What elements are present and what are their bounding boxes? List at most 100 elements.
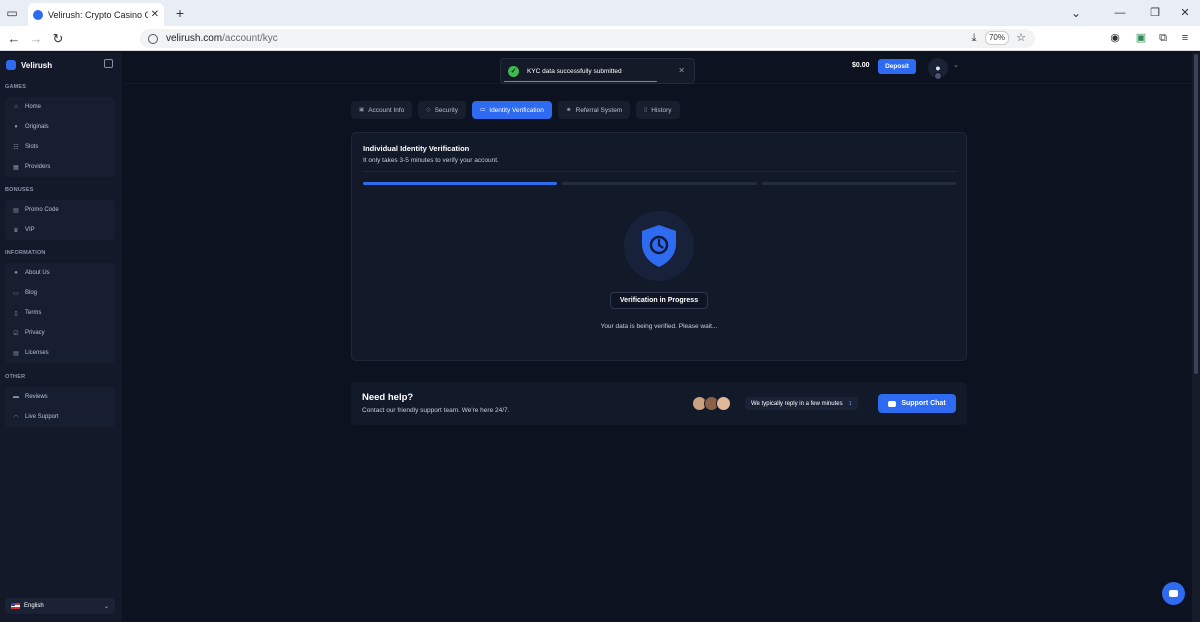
- sidebar: Velirush GAMES ⌂ Home ♦ Originals ☷ Slots ▦…: [0, 52, 123, 622]
- info-icon: ●: [14, 270, 18, 276]
- favicon-icon: [33, 9, 43, 20]
- tab-overview-icon[interactable]: ▭: [4, 0, 20, 26]
- verification-message: Your data is being verified. Please wait…: [600, 323, 718, 330]
- check-circle-icon: ✓: [508, 65, 519, 77]
- kyc-step-segment: [761, 182, 956, 185]
- sidebar-item-label: Originals: [25, 124, 49, 130]
- tab-history[interactable]: ▯ History: [636, 101, 680, 119]
- sidebar-item-label: Promo Code: [25, 207, 59, 213]
- tab-referral-system[interactable]: ☻ Referral System: [557, 101, 631, 119]
- chevron-down-icon: ⌄: [103, 603, 109, 610]
- help-subtitle: Contact our friendly support team. We're…: [362, 407, 510, 414]
- live-chat-button[interactable]: [1162, 582, 1185, 605]
- nav-group-games: ⌂ Home ♦ Originals ☷ Slots ▦ Providers: [5, 97, 115, 177]
- chevron-down-icon[interactable]: ⌄: [953, 61, 959, 69]
- forward-button[interactable]: →: [26, 26, 46, 51]
- sidebar-item-blog[interactable]: ▭ Blog: [5, 283, 115, 303]
- sidebar-item-label: Home: [25, 104, 42, 110]
- brand[interactable]: Velirush: [6, 60, 52, 70]
- sidebar-item-about-us[interactable]: ● About Us: [5, 263, 115, 283]
- tab-security[interactable]: ◇ Security: [418, 101, 467, 119]
- url-domain: velirush.com: [166, 33, 223, 44]
- close-tab-icon[interactable]: ✕: [151, 9, 159, 20]
- zoom-indicator[interactable]: 70%: [985, 31, 1009, 45]
- newspaper-icon: ▭: [13, 290, 19, 297]
- sidebar-item-reviews[interactable]: ▬ Reviews: [5, 387, 115, 407]
- tab-label: Identity Verification: [489, 106, 544, 114]
- tab-label: History: [651, 106, 672, 114]
- deposit-button[interactable]: Deposit: [878, 59, 916, 74]
- section-title-bonuses: BONUSES: [5, 187, 34, 193]
- url-path: /account/kyc: [222, 33, 278, 44]
- kyc-title: Individual Identity Verification: [363, 144, 470, 153]
- chat-icon: [888, 400, 897, 407]
- nav-group-information: ● About Us ▭ Blog ▯ Terms ☑ Privacy ▤ License…: [5, 263, 115, 363]
- extension-icon[interactable]: ▣: [1134, 31, 1148, 45]
- language-label: English: [24, 603, 44, 609]
- close-window-button[interactable]: ✕: [1165, 0, 1200, 26]
- sidebar-item-licenses[interactable]: ▤ Licenses: [5, 343, 115, 363]
- sidebar-item-originals[interactable]: ♦ Originals: [5, 117, 115, 137]
- sidebar-item-live-support[interactable]: ◠ Live Support: [5, 407, 115, 427]
- crown-icon: ♛: [13, 227, 19, 234]
- download-icon[interactable]: ⤓: [967, 31, 981, 45]
- tab-label: Referral System: [575, 106, 623, 114]
- browser-tab-title: Velirush: Crypto Casino Games & Slots: [48, 9, 148, 20]
- browser-tab[interactable]: Velirush: Crypto Casino Games & Slots ✕: [28, 3, 164, 26]
- tab-account-info[interactable]: ▣ Account Info: [351, 101, 413, 119]
- brand-name: Velirush: [21, 60, 53, 70]
- headset-icon: ◠: [13, 414, 19, 421]
- sidebar-item-home[interactable]: ⌂ Home: [5, 97, 115, 117]
- reviews-icon: ▬: [13, 394, 19, 400]
- back-button[interactable]: ←: [4, 26, 24, 51]
- section-title-games: GAMES: [5, 84, 27, 90]
- sidebar-item-terms[interactable]: ▯ Terms: [5, 303, 115, 323]
- extensions-puzzle-icon[interactable]: ⧉: [1156, 31, 1170, 45]
- sidebar-item-vip[interactable]: ♛ VIP: [5, 220, 115, 240]
- sidebar-item-label: VIP: [25, 227, 35, 233]
- toast-close-icon[interactable]: ✕: [678, 66, 685, 75]
- bookmark-star-icon[interactable]: ☆: [1014, 31, 1028, 45]
- profile-icon[interactable]: ◉: [1108, 31, 1122, 45]
- slots-icon: ☷: [13, 144, 19, 151]
- page-scrollbar[interactable]: [1192, 52, 1200, 622]
- menu-icon[interactable]: ≡: [1178, 31, 1192, 45]
- sidebar-item-label: Blog: [25, 290, 38, 296]
- sidebar-collapse-icon[interactable]: [104, 59, 113, 68]
- language-selector[interactable]: English ⌄: [5, 598, 115, 614]
- reload-button[interactable]: ↻: [48, 26, 68, 51]
- kyc-step-progress: [363, 182, 956, 185]
- help-title: Need help?: [362, 392, 414, 403]
- account-tabs: ▣ Account Info ◇ Security ▭ Identity Verifi…: [351, 101, 686, 119]
- sidebar-item-providers[interactable]: ▦ Providers: [5, 157, 115, 177]
- new-tab-button[interactable]: +: [172, 0, 188, 26]
- address-bar: ← → ↻ velirush.com/account/kyc ⤓ 70% ☆ ◉…: [0, 26, 1200, 51]
- sidebar-item-slots[interactable]: ☷ Slots: [5, 137, 115, 157]
- site-info-icon[interactable]: [148, 33, 158, 44]
- nav-group-other: ▬ Reviews ◠ Live Support: [5, 387, 115, 427]
- document-icon: ▯: [14, 310, 18, 317]
- sidebar-item-label: Privacy: [25, 330, 45, 336]
- kyc-step-segment: [363, 182, 558, 185]
- reply-text: We typically reply in a few minutes: [751, 400, 843, 407]
- url-field[interactable]: velirush.com/account/kyc: [140, 29, 1035, 48]
- minimize-button[interactable]: —: [1100, 0, 1140, 26]
- support-chat-button[interactable]: Support Chat: [878, 394, 956, 413]
- ticket-icon: ▤: [13, 207, 19, 214]
- section-title-other: OTHER: [5, 374, 26, 380]
- kyc-subtitle: It only takes 3-5 minutes to verify your…: [363, 157, 499, 164]
- sidebar-item-label: About Us: [25, 270, 50, 276]
- browser-tab-bar: ▭ Velirush: Crypto Casino Games & Slots …: [0, 0, 1200, 26]
- sidebar-item-label: Providers: [25, 164, 51, 170]
- tab-label: Account Info: [368, 106, 405, 114]
- sidebar-item-label: Licenses: [25, 350, 49, 356]
- sidebar-item-promo-code[interactable]: ▤ Promo Code: [5, 200, 115, 220]
- chat-bubble-icon: [1169, 590, 1178, 597]
- sidebar-item-label: Live Support: [25, 414, 59, 420]
- velirush-logo-icon: [6, 60, 16, 70]
- scrollbar-thumb[interactable]: [1194, 54, 1198, 374]
- tab-list-icon[interactable]: ⌄: [1068, 0, 1084, 26]
- sidebar-item-privacy[interactable]: ☑ Privacy: [5, 323, 115, 343]
- tab-identity-verification[interactable]: ▭ Identity Verification: [472, 101, 552, 119]
- grid-icon: ▦: [13, 164, 19, 171]
